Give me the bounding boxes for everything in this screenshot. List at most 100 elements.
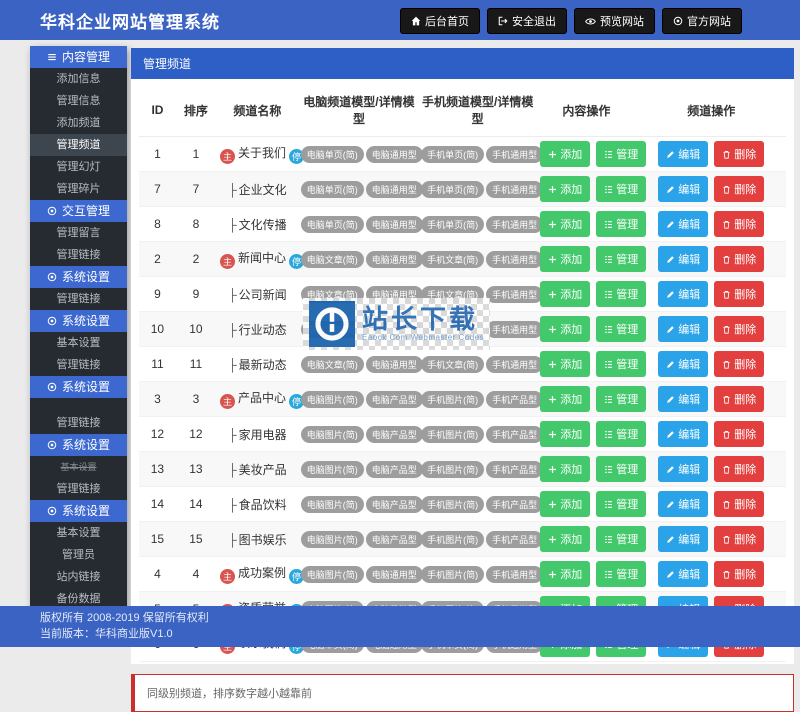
- delete-button[interactable]: 删除: [714, 246, 764, 272]
- delete-button[interactable]: 删除: [714, 456, 764, 482]
- edit-button[interactable]: 编辑: [658, 561, 708, 587]
- sidebar-item-22[interactable]: 管理员: [30, 544, 127, 566]
- add-button[interactable]: 添加: [540, 456, 590, 482]
- button-label: 编辑: [678, 216, 700, 232]
- edit-button[interactable]: 编辑: [658, 526, 708, 552]
- sidebar-header-0[interactable]: 内容管理: [30, 46, 127, 68]
- button-label: 添加: [560, 391, 582, 407]
- table-row: 44主成功案例停电脑图片(简)电脑通用型手机图片(简)手机通用型添加管理编辑删除: [139, 557, 786, 592]
- edit-button[interactable]: 编辑: [658, 386, 708, 412]
- sidebar-item-13[interactable]: 基本设置: [30, 332, 127, 354]
- button-label: 添加: [560, 286, 582, 302]
- sidebar-item-9[interactable]: 管理链接: [30, 244, 127, 266]
- manage-button[interactable]: 管理: [596, 386, 646, 412]
- delete-button[interactable]: 删除: [714, 176, 764, 202]
- manage-button[interactable]: 管理: [596, 456, 646, 482]
- add-button[interactable]: 添加: [540, 351, 590, 377]
- sidebar-item-18[interactable]: 基本设置: [30, 456, 127, 478]
- pc-channel-model-badge: 电脑文章(简): [301, 321, 364, 338]
- delete-button[interactable]: 删除: [714, 141, 764, 167]
- mobile-channel-model-badge: 手机单页(简): [421, 146, 484, 163]
- add-button[interactable]: 添加: [540, 491, 590, 517]
- sidebar-item-label: 系统设置: [62, 310, 110, 332]
- table-row: 1212├家用电器电脑图片(简)电脑产品型手机图片(简)手机产品型添加管理编辑删…: [139, 417, 786, 452]
- sidebar-item-5[interactable]: 管理幻灯: [30, 156, 127, 178]
- add-button[interactable]: 添加: [540, 421, 590, 447]
- cell-pc-models: 电脑单页(简)电脑通用型: [299, 137, 419, 172]
- manage-button[interactable]: 管理: [596, 281, 646, 307]
- add-button[interactable]: 添加: [540, 316, 590, 342]
- sidebar-item-6[interactable]: 管理碎片: [30, 178, 127, 200]
- sidebar-header-20[interactable]: 系统设置: [30, 500, 127, 522]
- edit-button[interactable]: 编辑: [658, 246, 708, 272]
- add-button[interactable]: 添加: [540, 211, 590, 237]
- edit-button[interactable]: 编辑: [658, 141, 708, 167]
- manage-button[interactable]: 管理: [596, 176, 646, 202]
- manage-button[interactable]: 管理: [596, 561, 646, 587]
- sidebar-header-12[interactable]: 系统设置: [30, 310, 127, 332]
- sidebar-item-11[interactable]: 管理链接: [30, 288, 127, 310]
- sidebar-header-17[interactable]: 系统设置: [30, 434, 127, 456]
- cell-pc-models: 电脑文章(简)电脑通用型: [299, 312, 419, 347]
- sidebar-header-10[interactable]: 系统设置: [30, 266, 127, 288]
- sidebar-header-15[interactable]: 系统设置: [30, 376, 127, 398]
- list-icon: [604, 150, 613, 159]
- sidebar-item-14[interactable]: 管理链接: [30, 354, 127, 376]
- nav-button-preview[interactable]: 预览网站: [574, 8, 655, 34]
- manage-button[interactable]: 管理: [596, 211, 646, 237]
- edit-button[interactable]: 编辑: [658, 456, 708, 482]
- edit-button[interactable]: 编辑: [658, 491, 708, 517]
- sidebar-item-8[interactable]: 管理留言: [30, 222, 127, 244]
- delete-button[interactable]: 删除: [714, 316, 764, 342]
- sidebar-item-4[interactable]: 管理频道: [30, 134, 127, 156]
- edit-icon: [666, 535, 675, 544]
- edit-button[interactable]: 编辑: [658, 176, 708, 202]
- add-button[interactable]: 添加: [540, 526, 590, 552]
- nav-button-official[interactable]: 官方网站: [662, 8, 742, 34]
- add-button[interactable]: 添加: [540, 141, 590, 167]
- sidebar-item-3[interactable]: 添加频道: [30, 112, 127, 134]
- sidebar-item-21[interactable]: 基本设置: [30, 522, 127, 544]
- edit-button[interactable]: 编辑: [658, 281, 708, 307]
- nav-button-home[interactable]: 后台首页: [400, 8, 480, 34]
- channel-name: 家用电器: [239, 428, 287, 442]
- delete-button[interactable]: 删除: [714, 421, 764, 447]
- manage-button[interactable]: 管理: [596, 526, 646, 552]
- add-button[interactable]: 添加: [540, 386, 590, 412]
- sidebar-header-7[interactable]: 交互管理: [30, 200, 127, 222]
- manage-button[interactable]: 管理: [596, 141, 646, 167]
- trash-icon: [722, 255, 731, 264]
- manage-button[interactable]: 管理: [596, 351, 646, 377]
- mobile-detail-model-badge: 手机通用型: [486, 146, 543, 163]
- manage-button[interactable]: 管理: [596, 491, 646, 517]
- sidebar-item-16[interactable]: 管理链接: [30, 412, 127, 434]
- add-button[interactable]: 添加: [540, 281, 590, 307]
- sidebar-item-23[interactable]: 站内链接: [30, 566, 127, 588]
- sidebar-item-2[interactable]: 管理信息: [30, 90, 127, 112]
- edit-button[interactable]: 编辑: [658, 316, 708, 342]
- plus-icon: [548, 395, 557, 404]
- delete-button[interactable]: 删除: [714, 351, 764, 377]
- delete-button[interactable]: 删除: [714, 561, 764, 587]
- mobile-detail-model-badge: 手机产品型: [486, 531, 543, 548]
- button-label: 添加: [560, 321, 582, 337]
- edit-button[interactable]: 编辑: [658, 211, 708, 237]
- cell-id: 14: [139, 487, 176, 522]
- manage-button[interactable]: 管理: [596, 316, 646, 342]
- manage-button[interactable]: 管理: [596, 246, 646, 272]
- delete-button[interactable]: 删除: [714, 491, 764, 517]
- add-button[interactable]: 添加: [540, 246, 590, 272]
- add-button[interactable]: 添加: [540, 176, 590, 202]
- delete-button[interactable]: 删除: [714, 211, 764, 237]
- delete-button[interactable]: 删除: [714, 386, 764, 412]
- add-button[interactable]: 添加: [540, 561, 590, 587]
- edit-button[interactable]: 编辑: [658, 421, 708, 447]
- delete-button[interactable]: 删除: [714, 526, 764, 552]
- delete-button[interactable]: 删除: [714, 281, 764, 307]
- cell-id: 1: [139, 137, 176, 172]
- sidebar-item-19[interactable]: 管理链接: [30, 478, 127, 500]
- sidebar-item-1[interactable]: 添加信息: [30, 68, 127, 90]
- manage-button[interactable]: 管理: [596, 421, 646, 447]
- nav-button-logout[interactable]: 安全退出: [487, 8, 567, 34]
- edit-button[interactable]: 编辑: [658, 351, 708, 377]
